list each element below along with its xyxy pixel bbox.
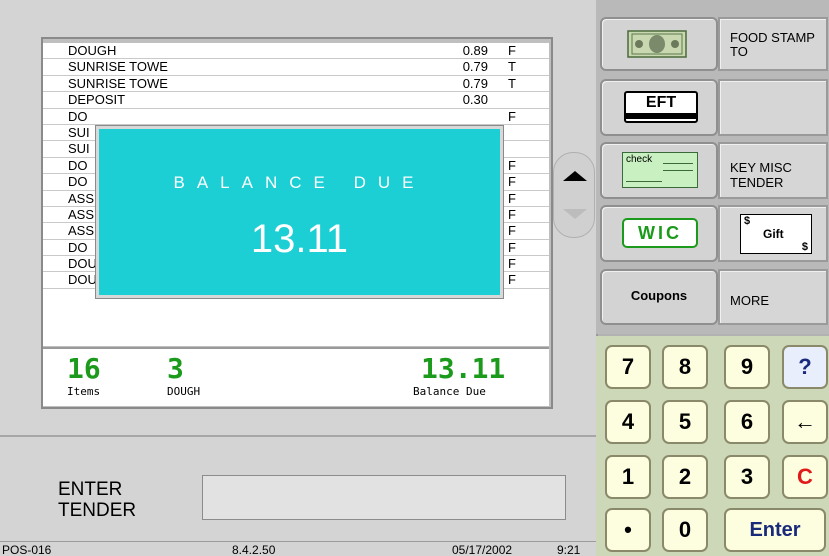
receipt-tax: F	[508, 174, 516, 190]
receipt-desc: DO	[68, 174, 88, 190]
eft-button[interactable]: EFT	[600, 79, 718, 136]
key-2[interactable]: 2	[662, 455, 708, 499]
items-label: Items	[67, 385, 101, 398]
receipt-price: 0.79	[462, 75, 488, 91]
enter-key[interactable]: Enter	[724, 508, 826, 552]
receipt-tax: F	[508, 108, 516, 124]
wic-label: WIC	[622, 218, 698, 248]
receipt-desc: SUNRISE TOWE	[68, 59, 168, 75]
receipt-tax: F	[508, 223, 516, 239]
balance-due-amount: 13.11	[250, 217, 349, 261]
receipt-tax: T	[508, 75, 516, 91]
last-item: DOUGH	[167, 385, 201, 398]
backspace-key[interactable]: ←	[782, 400, 828, 444]
scroll-control[interactable]	[553, 152, 595, 238]
receipt-desc: DEPOSIT	[68, 92, 126, 108]
receipt-desc: DO	[68, 157, 88, 173]
balance-amount: 13.11	[421, 352, 506, 385]
receipt-tax: F	[508, 157, 516, 173]
gift-card-icon: $ Gift $	[740, 214, 812, 254]
receipt-tax: F	[508, 206, 516, 222]
receipt-desc: DOUGH	[68, 43, 117, 58]
status-date: 05/17/2002	[452, 543, 513, 556]
receipt-tax: F	[508, 190, 516, 206]
key-5[interactable]: 5	[662, 400, 708, 444]
receipt-price: 0.79	[462, 59, 488, 75]
receipt-tax: T	[508, 59, 516, 75]
receipt-desc: SUNRISE TOWE	[68, 75, 168, 91]
status-time: 9:21	[557, 543, 581, 556]
scroll-down-arrow-icon[interactable]	[563, 209, 587, 219]
balance-due-popup: BALANCE DUE 13.11	[95, 125, 504, 299]
key-9[interactable]: 9	[724, 345, 770, 389]
tender-prompt: ENTER TENDER	[58, 479, 136, 521]
eft-label: EFT	[645, 94, 677, 111]
receipt-desc: ASS	[68, 190, 95, 206]
receipt-desc: ASS	[68, 223, 95, 239]
gift-label: Gift	[763, 227, 784, 241]
check-icon: check	[622, 152, 698, 188]
prompt-line-1: ENTER	[58, 479, 123, 500]
summary-bar: 16 Items 3 DOUGH 13.11 Balance Due	[43, 347, 549, 406]
receipt-desc: DO	[68, 108, 88, 124]
software-version: 8.4.2.50	[232, 543, 276, 556]
dollar-bill-icon	[627, 30, 687, 58]
food-stamp-button[interactable]: FOOD STAMP TO	[718, 17, 828, 71]
eft-card-icon: EFT	[624, 91, 698, 123]
key-0[interactable]: 0	[662, 508, 708, 552]
wic-button[interactable]: WIC	[600, 205, 718, 262]
balance-due-title: BALANCE DUE	[173, 173, 426, 192]
check-label: check	[626, 154, 653, 165]
gift-dollar-bottom: $	[801, 241, 808, 253]
balance-label: Balance Due	[413, 385, 486, 398]
receipt-price: 0.30	[462, 92, 488, 108]
gift-button[interactable]: $ Gift $	[718, 205, 828, 262]
coupons-button[interactable]: Coupons	[600, 269, 718, 325]
decimal-key[interactable]: •	[605, 508, 651, 552]
prompt-line-2: TENDER	[58, 500, 137, 521]
blank-tender-button[interactable]	[718, 79, 828, 136]
receipt-desc: SUI	[68, 141, 90, 157]
receipt-tax: F	[508, 272, 516, 288]
receipt-row[interactable]: SUNRISE TOWE 0.79 T	[43, 75, 549, 93]
scroll-up-arrow-icon[interactable]	[563, 171, 587, 181]
key-4[interactable]: 4	[605, 400, 651, 444]
key-3[interactable]: 3	[724, 455, 770, 499]
cash-button[interactable]	[600, 17, 718, 71]
receipt-row[interactable]: SUNRISE TOWE 0.79 T	[43, 59, 549, 76]
terminal-id: POS-016	[2, 543, 52, 556]
items-count: 16	[67, 352, 101, 385]
receipt-tax: F	[508, 239, 516, 255]
status-bar: POS-016 8.4.2.50 05/17/2002 9:21	[0, 541, 596, 556]
receipt-desc: SUI	[68, 124, 90, 140]
last-qty: 3	[167, 352, 184, 385]
more-button[interactable]: MORE	[718, 269, 828, 325]
help-key[interactable]: ?	[782, 345, 828, 389]
clear-key[interactable]: C	[782, 455, 828, 499]
receipt-row[interactable]: DEPOSIT 0.30	[43, 92, 549, 109]
tender-input[interactable]	[202, 475, 566, 520]
key-8[interactable]: 8	[662, 345, 708, 389]
receipt-row[interactable]: DO F	[43, 109, 549, 125]
gift-dollar-top: $	[744, 215, 751, 227]
check-button[interactable]: check	[600, 142, 718, 199]
receipt-desc: DO	[68, 239, 88, 255]
key-misc-tender-button[interactable]: KEY MISC TENDER	[718, 142, 828, 199]
receipt-tax: F	[508, 256, 516, 272]
key-6[interactable]: 6	[724, 400, 770, 444]
receipt-desc: ASS	[68, 206, 95, 222]
receipt-row[interactable]: DOUGH 0.89 F	[43, 43, 549, 60]
key-7[interactable]: 7	[605, 345, 651, 389]
receipt-tax: F	[508, 43, 516, 58]
receipt-price: 0.89	[462, 43, 488, 58]
key-1[interactable]: 1	[605, 455, 651, 499]
